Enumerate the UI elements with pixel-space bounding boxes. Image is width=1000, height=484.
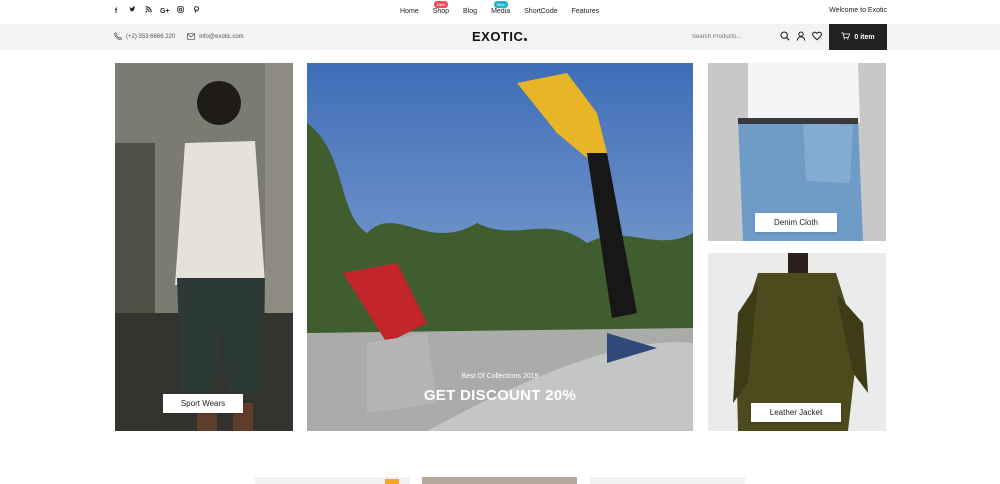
phone-icon: [114, 32, 123, 42]
phone-number: (+2) 353 6666 220: [126, 34, 176, 40]
discount-hero-banner[interactable]: Best Of Collections 2019 GET DISCOUNT 20…: [307, 63, 693, 431]
sport-wears-banner[interactable]: Sport Wears: [115, 63, 293, 431]
nav-blog-label: Blog: [463, 8, 478, 15]
site-logo[interactable]: EXOTIC: [472, 29, 528, 44]
sport-wears-photo: [115, 63, 293, 431]
contact-info: (+2) 353 6666 220 info@exotic.com: [114, 32, 244, 42]
sport-wears-label[interactable]: Sport Wears: [163, 394, 243, 413]
nav-home-label: Home: [400, 8, 419, 15]
nav-features-label: Features: [571, 8, 600, 15]
instagram-icon[interactable]: [176, 6, 184, 17]
social-links: f G+: [112, 6, 200, 17]
product-card[interactable]: [422, 477, 577, 484]
nav-blog[interactable]: Blog: [463, 8, 477, 15]
hero-title: GET DISCOUNT 20%: [423, 387, 577, 404]
logo-dot: [524, 38, 528, 41]
logo-text: EXOTIC: [472, 29, 524, 44]
cart-button[interactable]: 0 item: [829, 24, 887, 50]
nav-shop-label: Shop: [432, 8, 450, 15]
denim-cloth-banner[interactable]: Denim Cloth: [708, 63, 886, 241]
main-nav: Home New Shop Blog New Media ShortCode F…: [400, 1, 600, 15]
nav-media[interactable]: New Media: [491, 1, 511, 15]
pinterest-icon[interactable]: [192, 6, 200, 17]
product-card[interactable]: [255, 477, 410, 484]
leather-jacket-label[interactable]: Leather Jacket: [751, 403, 841, 422]
product-card[interactable]: [590, 477, 745, 484]
search-icon[interactable]: [780, 31, 790, 41]
cart-count: 0 item: [854, 33, 875, 41]
header-icons: [780, 31, 822, 41]
nav-shortcode-label: ShortCode: [524, 8, 558, 15]
nav-features[interactable]: Features: [572, 8, 600, 15]
welcome-text: Welcome to Exotic: [829, 7, 887, 14]
hero-subtitle: Best Of Collections 2019: [461, 373, 539, 380]
user-icon[interactable]: [796, 31, 806, 41]
new-badge: New: [433, 1, 448, 8]
product-badge: [385, 479, 399, 484]
mail-icon: [187, 32, 196, 42]
google-plus-icon[interactable]: G+: [160, 7, 170, 17]
rss-icon[interactable]: [144, 6, 152, 17]
denim-cloth-label[interactable]: Denim Cloth: [755, 213, 837, 232]
twitter-icon[interactable]: [128, 6, 136, 17]
cart-icon: [841, 32, 851, 42]
leather-jacket-banner[interactable]: Leather Jacket: [708, 253, 886, 431]
facebook-icon[interactable]: f: [112, 7, 120, 17]
email-address[interactable]: info@exotic.com: [199, 34, 243, 40]
nav-media-label: Media: [491, 8, 511, 15]
new-badge: New: [493, 1, 508, 8]
wishlist-heart-icon[interactable]: [812, 31, 822, 41]
nav-home[interactable]: Home: [400, 8, 419, 15]
nav-shop[interactable]: New Shop: [432, 1, 450, 15]
nav-shortcode[interactable]: ShortCode: [524, 8, 557, 15]
top-bar: f G+ Home New Shop Blog New Media ShortC…: [0, 0, 1000, 24]
search-input[interactable]: [692, 31, 772, 43]
